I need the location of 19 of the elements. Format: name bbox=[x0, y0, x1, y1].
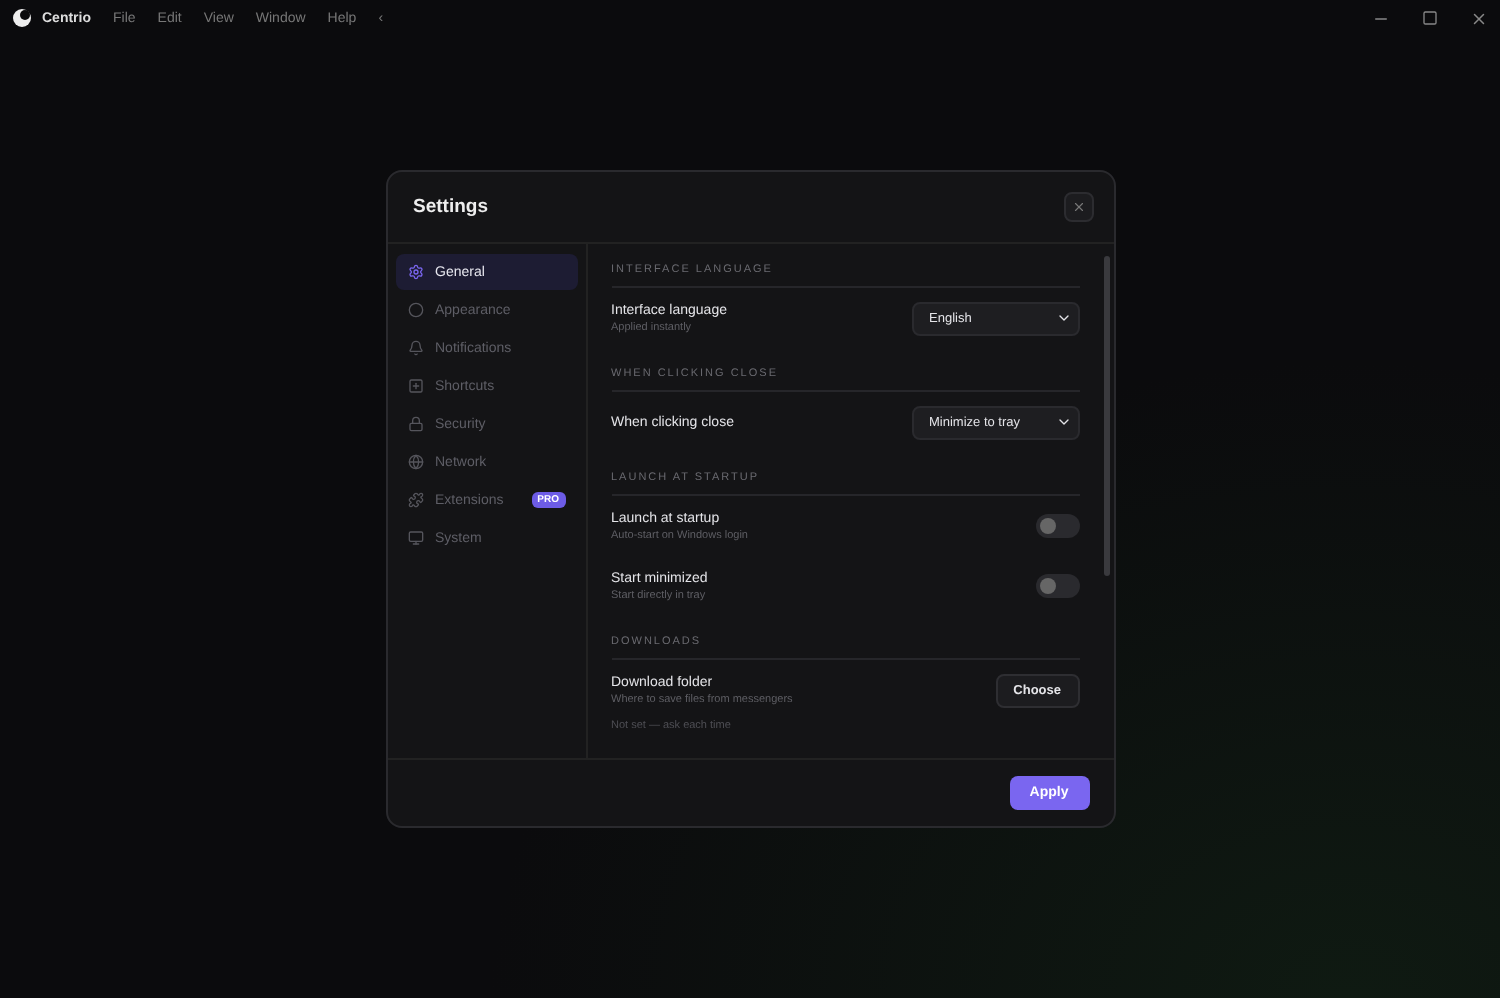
scrollbar[interactable] bbox=[1103, 256, 1109, 576]
maximize-icon[interactable] bbox=[1422, 9, 1438, 25]
chevron-down-icon bbox=[1055, 310, 1071, 326]
lock-icon bbox=[407, 416, 423, 432]
globe-icon bbox=[407, 454, 423, 470]
toggle-switch[interactable] bbox=[1035, 514, 1079, 538]
puzzle-icon bbox=[407, 492, 423, 508]
plus-square-icon bbox=[407, 378, 423, 394]
circle-icon bbox=[407, 302, 423, 318]
toggle-switch[interactable] bbox=[1035, 574, 1079, 598]
close-icon[interactable] bbox=[1470, 9, 1488, 27]
chevron-down-icon bbox=[1055, 414, 1071, 430]
dialog-title: Settings bbox=[413, 196, 488, 218]
close-button[interactable] bbox=[1063, 192, 1093, 222]
settings-icon bbox=[407, 264, 423, 280]
close-icon bbox=[1071, 200, 1085, 214]
bell-icon bbox=[407, 340, 423, 356]
monitor-icon bbox=[407, 530, 423, 546]
logo-icon bbox=[12, 8, 32, 28]
